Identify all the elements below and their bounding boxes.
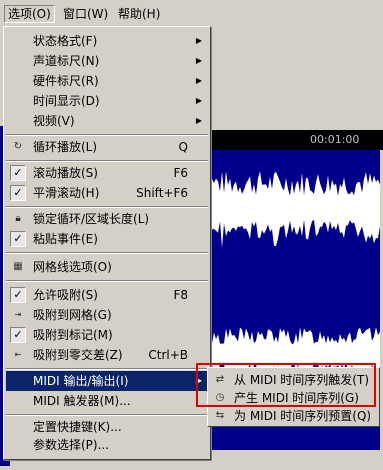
menu-item-label: 产生 MIDI 时间序列(G) bbox=[234, 391, 359, 405]
menu-item-label: 吸附到网格(G) bbox=[33, 308, 112, 322]
menu-item-label: 滚动播放(S) bbox=[33, 166, 98, 180]
time-ruler-label: 00:01:00 bbox=[310, 133, 360, 146]
menu-options[interactable]: 选项(O) bbox=[4, 5, 55, 23]
menu-item-snap-to-grid[interactable]: ⇥ 吸附到网格(G) bbox=[6, 305, 208, 325]
menu-item-hardware-ruler[interactable]: 硬件标尺(R) ▶ bbox=[6, 71, 208, 91]
submenu-arrow-icon: ▶ bbox=[195, 96, 202, 105]
snap-grid-icon: ⇥ bbox=[14, 310, 22, 319]
time-ruler: 00:01:00 bbox=[200, 130, 383, 150]
menu-item-label: 定置快捷键(K)... bbox=[33, 420, 122, 434]
menu-item-shortcut: F6 bbox=[173, 166, 188, 180]
midi-generate-icon: ◷ bbox=[215, 392, 225, 403]
checkmark-icon: ✓ bbox=[10, 165, 26, 181]
menu-separator bbox=[6, 160, 208, 162]
menu-item-label: 循环播放(L) bbox=[33, 140, 98, 154]
menu-item-lock-loop-length[interactable]: 🔒︎ 锁定循环/区域长度(L) bbox=[6, 209, 208, 229]
submenu-item-midi-preset[interactable]: ⇆ 为 MIDI 时间序列预置(Q) bbox=[210, 407, 377, 425]
menu-item-enable-snap[interactable]: ✓ 允许吸附(S) F8 bbox=[6, 285, 208, 305]
submenu-arrow-icon: ▶ bbox=[195, 56, 202, 65]
menu-separator bbox=[6, 252, 208, 254]
checkmark-icon: ✓ bbox=[10, 327, 26, 343]
menu-item-label: 参数选择(P)... bbox=[33, 438, 110, 452]
checkmark-icon: ✓ bbox=[10, 185, 26, 201]
menu-item-shortcut: Q bbox=[178, 140, 188, 154]
menu-bar: 选项(O) 窗口(W) 帮助(H) bbox=[0, 0, 383, 26]
menu-item-scroll-playback[interactable]: ✓ 滚动播放(S) F6 bbox=[6, 163, 208, 183]
menu-item-label: 为 MIDI 时间序列预置(Q) bbox=[234, 409, 372, 423]
lock-icon: 🔒︎ bbox=[15, 213, 21, 224]
menu-item-grid-options[interactable]: ▦ 网格线选项(O) bbox=[6, 257, 208, 277]
grid-icon: ▦ bbox=[13, 261, 23, 272]
menu-item-smooth-scroll[interactable]: ✓ 平滑滚动(H) Shift+F6 bbox=[6, 183, 208, 203]
loop-icon: ↻ bbox=[13, 141, 23, 152]
menu-window[interactable]: 窗口(W) bbox=[60, 6, 111, 22]
menu-item-paste-events[interactable]: ✓ 粘贴事件(E) bbox=[6, 229, 208, 249]
menu-item-label: 从 MIDI 时间序列触发(T) bbox=[234, 373, 369, 387]
menu-item-label: MIDI 输出/输出(I) bbox=[33, 374, 129, 388]
submenu-item-midi-generate[interactable]: ◷ 产生 MIDI 时间序列(G) bbox=[210, 389, 377, 407]
menu-separator bbox=[6, 280, 208, 282]
menu-item-midi-output[interactable]: MIDI 输出/输出(I) ▶ bbox=[6, 371, 208, 391]
menu-item-customize-shortcuts[interactable]: 定置快捷键(K)... bbox=[6, 417, 208, 437]
menu-help[interactable]: 帮助(H) bbox=[115, 6, 163, 22]
checkmark-icon: ✓ bbox=[10, 287, 26, 303]
menu-separator bbox=[6, 206, 208, 208]
submenu-item-midi-trigger[interactable]: ⇄ 从 MIDI 时间序列触发(T) bbox=[210, 371, 377, 389]
menu-item-channel-ruler[interactable]: 声道标尺(N) ▶ bbox=[6, 51, 208, 71]
menu-item-label: 时间显示(D) bbox=[33, 94, 100, 108]
menu-item-label: 状态格式(F) bbox=[33, 34, 98, 48]
menu-item-label: 粘贴事件(E) bbox=[33, 232, 98, 246]
menu-separator bbox=[6, 414, 208, 416]
menu-item-shortcut: Shift+F6 bbox=[136, 186, 188, 200]
menu-item-label: 吸附到标记(M) bbox=[33, 328, 113, 342]
midi-submenu: ⇄ 从 MIDI 时间序列触发(T) ◷ 产生 MIDI 时间序列(G) ⇆ 为… bbox=[207, 367, 380, 427]
checkmark-icon: ✓ bbox=[10, 231, 26, 247]
submenu-arrow-icon: ▶ bbox=[195, 76, 202, 85]
menu-item-shortcut: Ctrl+B bbox=[148, 348, 188, 362]
menu-item-preferences[interactable]: 参数选择(P)... bbox=[6, 435, 208, 455]
submenu-arrow-icon: ▶ bbox=[195, 116, 202, 125]
menu-item-video[interactable]: 视频(V) ▶ bbox=[6, 111, 208, 131]
menu-item-time-display[interactable]: 时间显示(D) ▶ bbox=[6, 91, 208, 111]
submenu-arrow-icon: ▶ bbox=[195, 376, 202, 385]
menu-item-label: MIDI 触发器(M)... bbox=[33, 394, 131, 408]
menu-item-label: 视频(V) bbox=[33, 114, 75, 128]
toolbar-area bbox=[200, 26, 383, 126]
options-menu: 状态格式(F) ▶ 声道标尺(N) ▶ 硬件标尺(R) ▶ 时间显示(D) ▶ … bbox=[3, 26, 211, 460]
menu-item-label: 声道标尺(N) bbox=[33, 54, 100, 68]
menu-item-label: 网格线选项(O) bbox=[33, 260, 112, 274]
menu-item-label: 吸附到零交差(Z) bbox=[33, 348, 123, 362]
menu-item-snap-to-zero-crossing[interactable]: ⇤ 吸附到零交差(Z) Ctrl+B bbox=[6, 345, 208, 365]
midi-trigger-icon: ⇄ bbox=[215, 374, 225, 385]
menu-separator bbox=[6, 134, 208, 136]
menu-item-label: 硬件标尺(R) bbox=[33, 74, 99, 88]
menu-item-label: 平滑滚动(H) bbox=[33, 186, 100, 200]
menu-item-loop-playback[interactable]: ↻ 循环播放(L) Q bbox=[6, 137, 208, 157]
menu-item-midi-triggers[interactable]: MIDI 触发器(M)... bbox=[6, 391, 208, 411]
menu-item-label: 允许吸附(S) bbox=[33, 288, 98, 302]
menu-item-snap-to-marker[interactable]: ✓ 吸附到标记(M) bbox=[6, 325, 208, 345]
menu-separator bbox=[6, 368, 208, 370]
menu-item-label: 锁定循环/区域长度(L) bbox=[33, 212, 150, 226]
submenu-arrow-icon: ▶ bbox=[195, 36, 202, 45]
midi-preset-icon: ⇆ bbox=[215, 410, 225, 421]
snap-zero-icon: ⇤ bbox=[14, 350, 22, 359]
menu-item-status-format[interactable]: 状态格式(F) ▶ bbox=[6, 31, 208, 51]
menu-item-shortcut: F8 bbox=[173, 288, 188, 302]
